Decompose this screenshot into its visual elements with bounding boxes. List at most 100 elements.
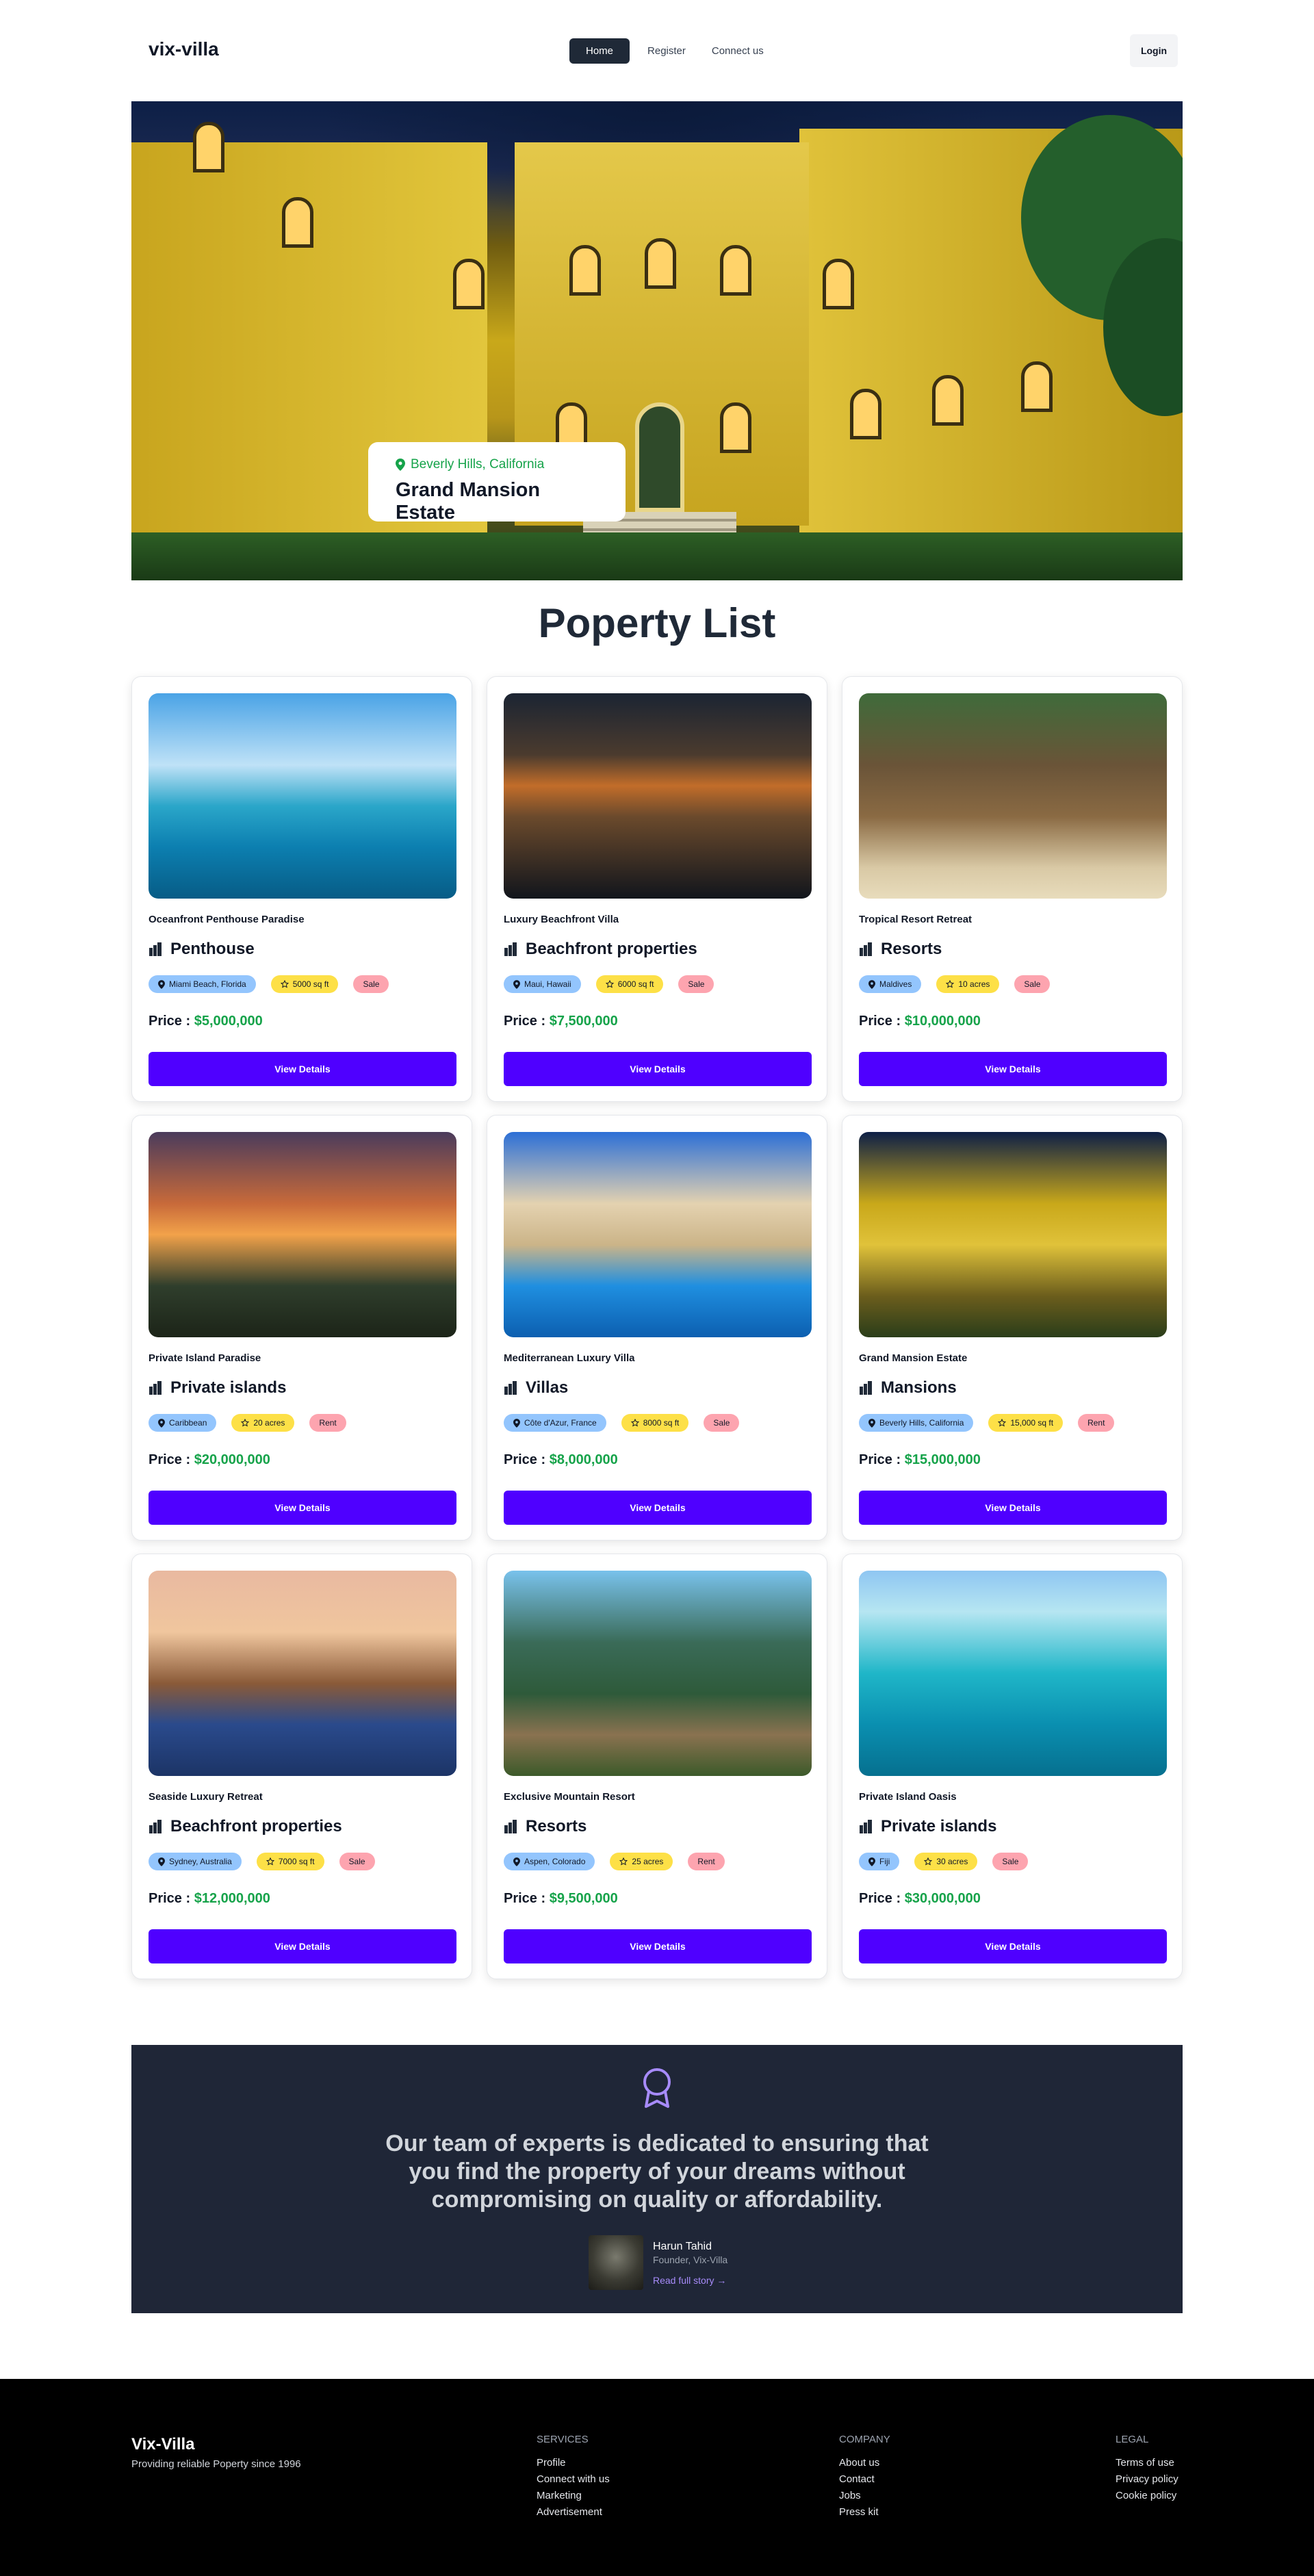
brand-logo[interactable]: vix-villa — [149, 38, 219, 60]
map-pin-icon — [513, 1857, 520, 1866]
nav-register-link[interactable]: Register — [639, 38, 694, 64]
property-category-label: Resorts — [526, 1817, 587, 1836]
property-image[interactable] — [504, 693, 812, 899]
hero-window — [569, 245, 601, 296]
footer-link-terms[interactable]: Terms of use — [1116, 2455, 1178, 2471]
building-icon — [504, 942, 517, 956]
price-value: $9,500,000 — [549, 1891, 618, 1906]
property-name: Seaside Luxury Retreat — [149, 1791, 263, 1803]
property-tags: Sydney, Australia 7000 sq ft Sale — [149, 1853, 375, 1870]
listing-type-badge: Sale — [992, 1853, 1029, 1870]
size-badge-text: 7000 sq ft — [278, 1857, 315, 1866]
location-badge-text: Côte d'Azur, France — [524, 1418, 597, 1428]
map-pin-icon — [513, 979, 520, 989]
author-name: Harun Tahid — [653, 2241, 712, 2252]
star-icon — [266, 1857, 274, 1866]
view-details-button[interactable]: View Details — [859, 1491, 1167, 1525]
footer-link-advertisement[interactable]: Advertisement — [537, 2504, 610, 2521]
hero-window — [1021, 361, 1053, 412]
author-role: Founder, Vix-Villa — [653, 2254, 728, 2265]
property-image[interactable] — [149, 1571, 456, 1776]
footer-link-contact[interactable]: Contact — [839, 2471, 890, 2488]
property-category-label: Beachfront properties — [170, 1817, 342, 1836]
property-image[interactable] — [504, 1132, 812, 1337]
property-category: Penthouse — [149, 940, 255, 959]
star-icon — [605, 980, 614, 988]
top-navigation: vix-villa Home Register Connect us Login — [0, 0, 1314, 101]
property-name: Luxury Beachfront Villa — [504, 914, 619, 925]
property-card: Tropical Resort Retreat Resorts Maldives 10… — [842, 676, 1183, 1102]
price-value: $7,500,000 — [549, 1014, 618, 1029]
size-badge-text: 25 acres — [632, 1857, 664, 1866]
property-image[interactable] — [149, 1132, 456, 1337]
map-pin-icon — [513, 1418, 520, 1428]
property-card: Private Island Oasis Private islands Fiji 3… — [842, 1554, 1183, 1979]
property-price: Price : $7,500,000 — [504, 1014, 618, 1029]
property-image[interactable] — [859, 693, 1167, 899]
hero-window — [645, 238, 676, 289]
map-pin-icon — [158, 1418, 165, 1428]
property-category-label: Resorts — [881, 940, 942, 958]
hero-hedge — [131, 532, 1183, 580]
login-button[interactable]: Login — [1130, 34, 1178, 67]
property-category-label: Penthouse — [170, 940, 255, 958]
map-pin-icon — [396, 459, 405, 471]
property-category: Mansions — [859, 1378, 957, 1398]
property-name: Private Island Oasis — [859, 1791, 957, 1803]
property-name: Oceanfront Penthouse Paradise — [149, 914, 305, 925]
view-details-button[interactable]: View Details — [149, 1491, 456, 1525]
building-icon — [149, 1820, 162, 1833]
size-badge: 10 acres — [936, 975, 1000, 993]
star-icon — [619, 1857, 628, 1866]
footer-heading: COMPANY — [839, 2434, 890, 2445]
map-pin-icon — [868, 1418, 875, 1428]
footer-link-privacy[interactable]: Privacy policy — [1116, 2471, 1178, 2488]
nav-home-link[interactable]: Home — [569, 38, 630, 64]
footer-link-marketing[interactable]: Marketing — [537, 2488, 610, 2504]
property-name: Grand Mansion Estate — [859, 1352, 968, 1364]
view-details-button[interactable]: View Details — [504, 1929, 812, 1963]
hero-info-card: Beverly Hills, California Grand Mansion … — [368, 442, 626, 524]
footer-link-about[interactable]: About us — [839, 2455, 890, 2471]
property-tags: Maldives 10 acres Sale — [859, 975, 1051, 993]
view-details-button[interactable]: View Details — [504, 1491, 812, 1525]
property-card: Private Island Paradise Private islands Ca… — [131, 1115, 472, 1541]
location-badge-text: Aspen, Colorado — [524, 1857, 586, 1866]
property-tags: Maui, Hawaii 6000 sq ft Sale — [504, 975, 714, 993]
view-details-button[interactable]: View Details — [149, 1929, 456, 1963]
size-badge-text: 5000 sq ft — [292, 979, 329, 989]
listing-type-badge: Rent — [688, 1853, 725, 1870]
price-label: Price : — [504, 1452, 550, 1467]
view-details-button[interactable]: View Details — [504, 1052, 812, 1086]
footer-link-cookie[interactable]: Cookie policy — [1116, 2488, 1178, 2504]
view-details-button[interactable]: View Details — [859, 1929, 1167, 1963]
view-details-button[interactable]: View Details — [859, 1052, 1167, 1086]
property-tags: Caribbean 20 acres Rent — [149, 1414, 346, 1432]
property-category-label: Beachfront properties — [526, 940, 697, 958]
property-name: Mediterranean Luxury Villa — [504, 1352, 635, 1364]
view-details-button[interactable]: View Details — [149, 1052, 456, 1086]
size-badge-text: 15,000 sq ft — [1010, 1418, 1054, 1428]
footer-heading: SERVICES — [537, 2434, 589, 2445]
read-full-story-link[interactable]: Read full story → — [653, 2275, 727, 2286]
price-label: Price : — [149, 1891, 194, 1906]
footer-column-company: COMPANY About us Contact Jobs Press kit — [839, 2434, 890, 2521]
star-icon — [924, 1857, 933, 1866]
footer-link-jobs[interactable]: Jobs — [839, 2488, 890, 2504]
property-image[interactable] — [859, 1571, 1167, 1776]
footer-link-connect[interactable]: Connect with us — [537, 2471, 610, 2488]
hero-location: Beverly Hills, California — [396, 457, 598, 472]
footer-tagline: Providing reliable Poperty since 1996 — [131, 2458, 301, 2470]
listing-type-badge: Sale — [678, 975, 714, 993]
hero-window — [453, 259, 485, 309]
property-image[interactable] — [504, 1571, 812, 1776]
footer-link-press[interactable]: Press kit — [839, 2504, 890, 2521]
footer-link-profile[interactable]: Profile — [537, 2455, 610, 2471]
location-badge: Côte d'Azur, France — [504, 1414, 606, 1432]
location-badge-text: Caribbean — [169, 1418, 207, 1428]
property-image[interactable] — [859, 1132, 1167, 1337]
location-badge: Miami Beach, Florida — [149, 975, 256, 993]
nav-connect-link[interactable]: Connect us — [704, 38, 772, 64]
property-image[interactable] — [149, 693, 456, 899]
size-badge: 5000 sq ft — [270, 975, 339, 993]
